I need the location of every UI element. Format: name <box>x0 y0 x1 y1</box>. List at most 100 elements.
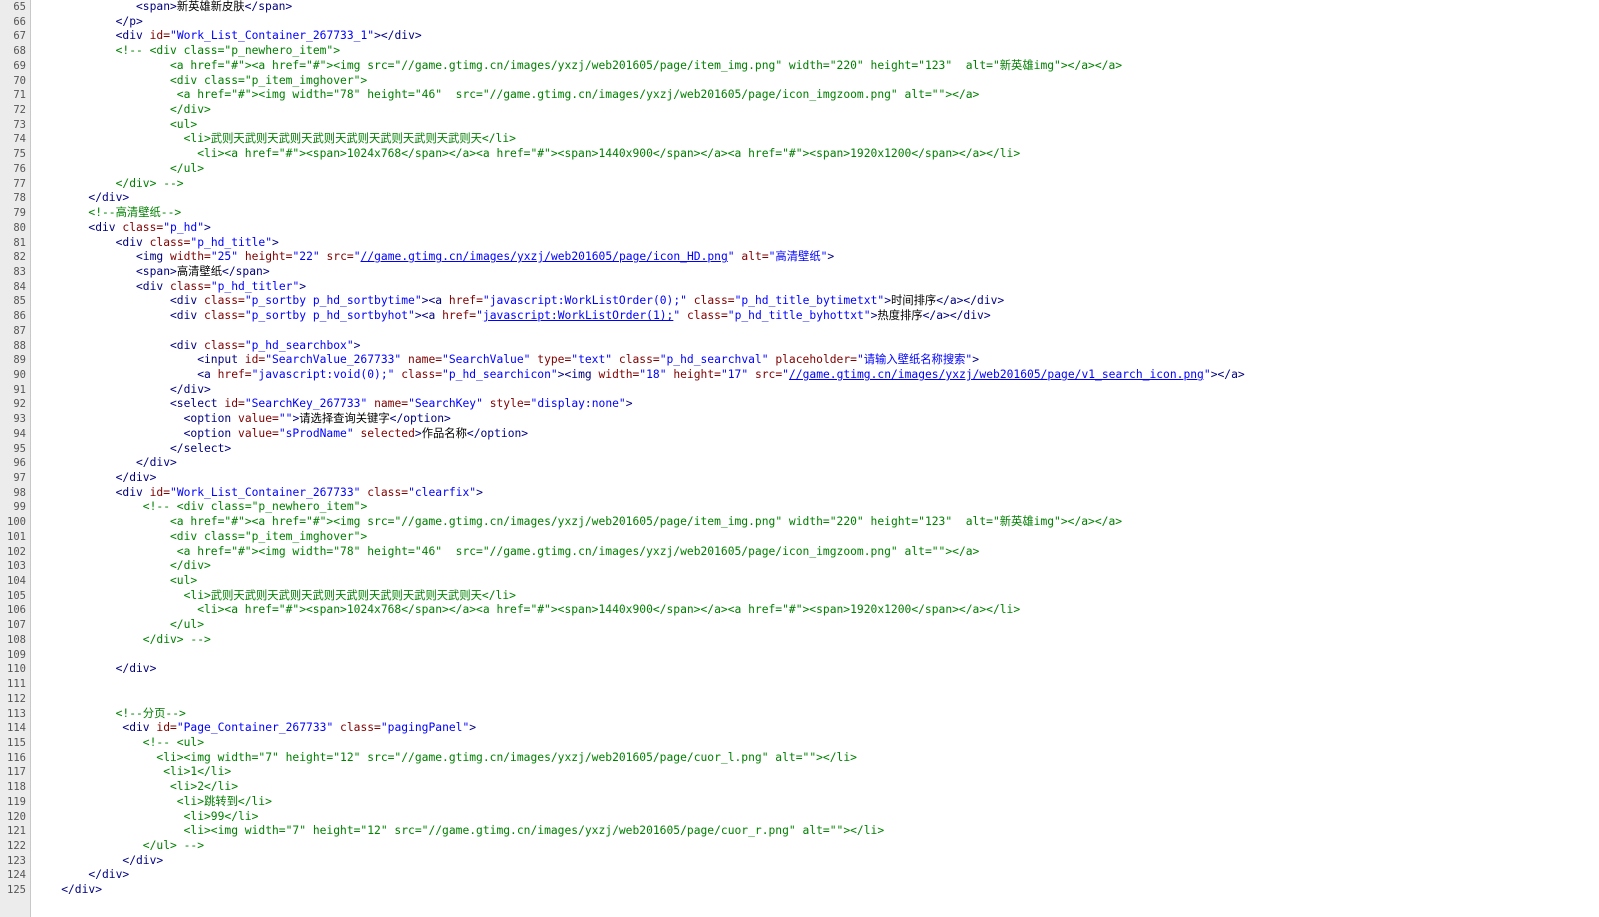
code-comment: <li>武则天武则天武则天武则天武则天武则天武则天武则天</li> <box>183 588 516 602</box>
code-tag: <img <box>136 250 171 264</box>
line-number: 77 <box>13 177 26 190</box>
code-attribute: href= <box>442 309 477 323</box>
line-number: 114 <box>7 722 26 735</box>
code-text: </p> <box>116 15 143 30</box>
line-number: 105 <box>7 589 26 602</box>
code-line: 83 <span>高清壁纸</span> <box>0 265 1599 280</box>
code-text: </ul> <box>170 618 204 633</box>
line-number: 106 <box>7 604 26 617</box>
code-line: 110 </div> <box>0 662 1599 677</box>
code-line: 121 <li><img width="7" height="12" src="/… <box>0 824 1599 839</box>
line-number: 111 <box>7 678 26 691</box>
line-number: 84 <box>13 280 26 293</box>
code-tag: <div <box>136 279 171 293</box>
code-attribute: class= <box>612 353 660 367</box>
code-text: <div class="p_sortby p_hd_sortbyhot"><a … <box>170 309 991 324</box>
line-number: 81 <box>13 236 26 249</box>
code-text: </div> <box>170 103 211 118</box>
line-number: 109 <box>7 648 26 661</box>
line-number: 70 <box>13 74 26 87</box>
line-number: 104 <box>7 575 26 588</box>
code-line: 76 </ul> <box>0 162 1599 177</box>
line-number: 121 <box>7 825 26 838</box>
code-tag: </a></div> <box>922 309 991 323</box>
code-tag: ><a <box>421 294 449 308</box>
code-comment: </div> --> <box>142 632 211 646</box>
line-number: 91 <box>13 383 26 396</box>
code-line: 105 <li>武则天武则天武则天武则天武则天武则天武则天武则天</li> <box>0 589 1599 604</box>
code-attribute: alt= <box>734 250 769 264</box>
code-line: 102 <a href="#"><img width="78" height="4… <box>0 545 1599 560</box>
code-tag: > <box>414 426 422 440</box>
line-number: 118 <box>7 781 26 794</box>
code-value: "p_hd_searchicon" <box>442 367 558 381</box>
code-value: "p_hd_title_byhottxt" <box>727 309 871 323</box>
code-attribute: id= <box>244 353 266 367</box>
code-line: 97 </div> <box>0 471 1599 486</box>
code-text: <li>武则天武则天武则天武则天武则天武则天武则天武则天</li> <box>184 132 516 147</box>
code-line: 112 <box>0 692 1599 707</box>
code-text: </div> <box>170 383 211 398</box>
code-comment: <li>99</li> <box>183 809 259 823</box>
code-text: </div> <box>116 471 157 486</box>
code-line: 101 <div class="p_item_imghover"> <box>0 530 1599 545</box>
line-number: 79 <box>13 207 26 220</box>
code-editor[interactable]: 65 <span>新英雄新皮肤</span> 66 </p> 67 <div id="Wo… <box>0 0 1599 917</box>
code-line: 124 </div> <box>0 868 1599 883</box>
code-value: "SearchValue_267733" <box>265 353 402 367</box>
code-value: "p_hd_searchval" <box>659 353 769 367</box>
code-text: <div class="p_hd"> <box>88 221 210 236</box>
line-number: 76 <box>13 162 26 175</box>
code-text: <!--高清壁纸--> <box>88 206 181 221</box>
code-content: 请选择查询关键字 <box>299 412 390 426</box>
code-line: 88 <div class="p_hd_searchbox"> <box>0 339 1599 354</box>
line-number: 92 <box>13 398 26 411</box>
code-line: 77 </div> --> <box>0 177 1599 192</box>
code-text: <div id="Work_List_Container_267733_1"><… <box>116 29 422 44</box>
line-number: 124 <box>7 869 26 882</box>
code-line: 72 </div> <box>0 103 1599 118</box>
code-attribute: class= <box>149 235 191 249</box>
line-number: 122 <box>7 839 26 852</box>
code-attribute: id= <box>149 485 171 499</box>
code-tag: > <box>299 279 307 293</box>
code-attribute: id= <box>156 721 177 735</box>
code-text: <div class="p_hd_title"> <box>116 236 279 251</box>
code-line: 98 <div id="Work_List_Container_267733" c… <box>0 486 1599 501</box>
code-comment: <ul> <box>170 117 198 131</box>
code-text: </div> <box>136 456 177 471</box>
code-comment: <li><a href="#"><span>1024x768</span></a… <box>197 147 1021 161</box>
code-attribute: width= <box>170 250 211 264</box>
code-value: "display:none" <box>530 397 626 411</box>
code-tag: <option <box>183 412 239 426</box>
code-line: 95 </select> <box>0 442 1599 457</box>
code-line: 78 </div> <box>0 191 1599 206</box>
code-comment: </div> <box>170 103 211 117</box>
code-content: 新英雄新皮肤 <box>176 0 245 13</box>
code-text: <a href="javascript:void(0);" class="p_h… <box>197 368 1245 383</box>
line-number: 99 <box>13 501 26 514</box>
code-link: javascript:WorkListOrder(1); <box>482 309 674 323</box>
code-tag: <div <box>115 29 150 43</box>
line-number: 90 <box>13 368 26 381</box>
code-text: <a href="#"><a href="#"><img src="//game… <box>170 59 1122 74</box>
line-number: 68 <box>13 45 26 58</box>
code-attribute: selected <box>353 426 415 440</box>
line-number: 95 <box>13 442 26 455</box>
code-line: 89 <input id="SearchValue_267733" name="S… <box>0 353 1599 368</box>
code-attribute: src= <box>319 250 354 264</box>
code-comment: <li><img width="7" height="12" src="//ga… <box>156 750 857 764</box>
code-tag: <select <box>170 397 225 411</box>
code-value: "p_hd" <box>163 220 205 234</box>
line-number: 71 <box>13 89 26 102</box>
code-text: <ul> <box>170 118 197 133</box>
code-tag: </p> <box>115 14 143 28</box>
code-text: </ul> --> <box>143 839 204 854</box>
code-content: 热度排序 <box>877 309 923 323</box>
code-text: <li>武则天武则天武则天武则天武则天武则天武则天武则天</li> <box>184 589 516 604</box>
code-value: "javascript:void(0);" <box>251 367 395 381</box>
code-text: <li><img width="7" height="12" src="//ga… <box>184 824 885 839</box>
code-text: </div> <box>88 868 129 883</box>
code-text: <li><a href="#"><span>1024x768</span></a… <box>197 147 1020 162</box>
code-tag: </option> <box>389 412 451 426</box>
